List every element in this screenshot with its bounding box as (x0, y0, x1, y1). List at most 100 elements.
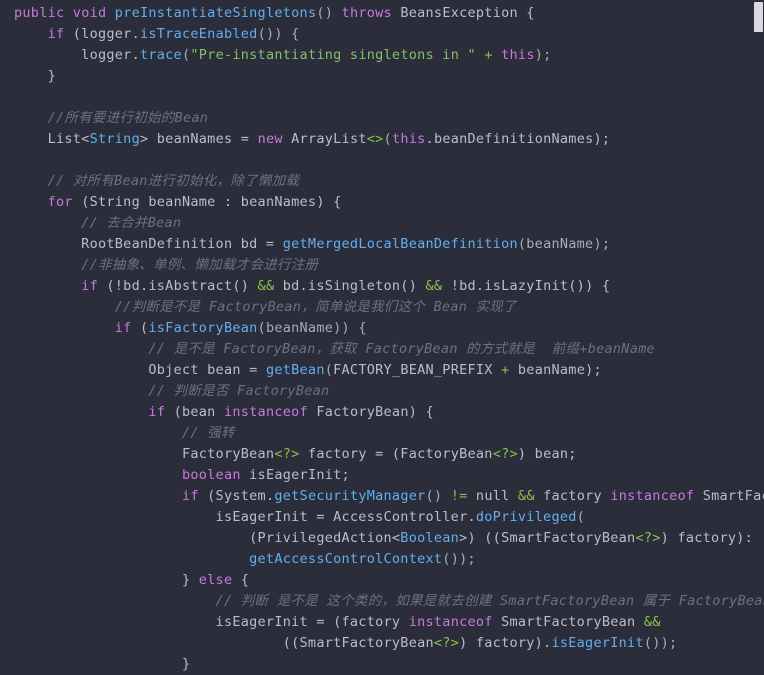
token-punct: ()); (442, 551, 476, 567)
token-op: <?> (635, 530, 661, 546)
token-plain: isEagerInit = AccessController. (14, 509, 476, 525)
code-line: for (String beanName : beanNames) { (0, 192, 764, 213)
token-plain: RootBeanDefinition bd = (14, 236, 283, 252)
token-plain: SmartFactoryBean (492, 614, 644, 630)
token-op: && (517, 488, 535, 504)
token-kw: public (14, 5, 65, 21)
token-gtype: String (89, 131, 140, 147)
code-editor[interactable]: public void preInstantiateSingletons() t… (0, 0, 764, 675)
code-line: //判断是不是 FactoryBean，简单说是我们这个 Bean 实现了 (0, 297, 764, 318)
token-method: isEagerInit (551, 635, 644, 651)
token-kw: for (47, 194, 73, 210)
token-plain: .beanDefinitionNames); (425, 131, 611, 147)
token-punct: () (316, 5, 342, 21)
code-line: // 强转 (0, 423, 764, 444)
token-kw: else (198, 572, 233, 588)
token-op: <?> (274, 446, 300, 462)
token-comment: //判断是不是 FactoryBean，简单说是我们这个 Bean 实现了 (114, 299, 517, 315)
token-kw: instanceof (408, 614, 493, 630)
code-line: if (System.getSecurityManager() != null … (0, 486, 764, 507)
token-plain: ((SmartFactoryBean (14, 635, 434, 651)
token-method: getMergedLocalBeanDefinition (282, 236, 518, 252)
token-plain: ) factory). (459, 635, 552, 651)
token-comment: // 强转 (181, 425, 235, 441)
code-line: ((SmartFactoryBean<?>) factory).isEagerI… (0, 633, 764, 654)
code-line: isEagerInit = (factory instanceof SmartF… (0, 612, 764, 633)
token-plain: (!bd.isAbstract() (97, 278, 258, 294)
token-op: + (501, 362, 510, 378)
token-op: && (257, 278, 275, 294)
code-content[interactable]: public void preInstantiateSingletons() t… (0, 3, 764, 675)
code-line: // 判断 是不是 这个类的，如果是就去创建 SmartFactoryBean … (0, 591, 764, 612)
token-op: && (643, 614, 661, 630)
token-plain: FactoryBean (14, 446, 275, 462)
token-kw: new (257, 131, 283, 147)
token-plain: (PrivilegedAction< (14, 530, 401, 546)
vertical-scrollbar[interactable] (753, 0, 764, 675)
token-kw: if (181, 488, 199, 504)
token-plain: Object bean = (14, 362, 266, 378)
token-plain: factory (534, 488, 611, 504)
token-plain: FactoryBean) { (307, 404, 434, 420)
token-plain: (System. (198, 488, 275, 504)
code-line: if (!bd.isAbstract() && bd.isSingleton()… (0, 276, 764, 297)
token-punct: () (425, 488, 451, 504)
token-op: <> (366, 131, 384, 147)
code-line: if (isFactoryBean(beanName)) { (0, 318, 764, 339)
code-line: List<String> beanNames = new ArrayList<>… (0, 129, 764, 150)
token-plain: List< (14, 131, 90, 147)
token-kw: instanceof (223, 404, 308, 420)
token-plain: (String beanName : beanNames) { (72, 194, 342, 210)
token-kw: this (501, 47, 535, 63)
code-line: //非抽象、单例、懒加载才会进行注册 (0, 255, 764, 276)
code-line: if (bean instanceof FactoryBean) { (0, 402, 764, 423)
code-line: if (logger.isTraceEnabled()) { (0, 24, 764, 45)
token-kw: if (81, 278, 98, 294)
token-comment: // 判断 是不是 这个类的，如果是就去创建 SmartFactoryBean … (215, 593, 764, 609)
token-punct: ( (576, 509, 586, 525)
token-plain: logger. (14, 47, 140, 63)
token-comment: // 判断是否 FactoryBean (148, 383, 330, 399)
code-line: logger.trace("Pre-instantiating singleto… (0, 45, 764, 66)
token-comment: //所有要进行初始的Bean (47, 110, 209, 126)
token-kw: throws (341, 5, 392, 21)
token-method: getSecurityManager (274, 488, 426, 504)
token-punct: ); (534, 47, 552, 63)
token-op: != (450, 488, 468, 504)
token-plain: ) factory): (660, 530, 754, 546)
token-plain: isEagerInit; (240, 467, 350, 483)
token-punct: ( (324, 362, 334, 378)
token-plain: ArrayList (282, 131, 367, 147)
token-plain: bd.isSingleton() (274, 278, 426, 294)
scrollbar-thumb[interactable] (754, 2, 763, 32)
code-line: } else { (0, 570, 764, 591)
token-method: isTraceEnabled (139, 26, 258, 42)
token-plain: } (14, 572, 199, 588)
code-line: } (0, 654, 764, 675)
token-gtype: Boolean (400, 530, 460, 546)
token-plain: } (14, 656, 191, 672)
token-comment: // 对所有Bean进行初始化，除了懒加载 (47, 173, 300, 189)
token-comment: // 去合并Bean (81, 215, 182, 231)
code-line: } (0, 66, 764, 87)
token-str: "Pre-instantiating singletons in " (190, 47, 476, 63)
token-plain: } (14, 68, 56, 84)
token-plain: { (232, 572, 250, 588)
token-plain: BeansException { (391, 5, 535, 21)
token-kw: boolean (181, 467, 241, 483)
token-plain: >) ((SmartFactoryBean (459, 530, 636, 546)
token-plain: ( (131, 320, 149, 336)
